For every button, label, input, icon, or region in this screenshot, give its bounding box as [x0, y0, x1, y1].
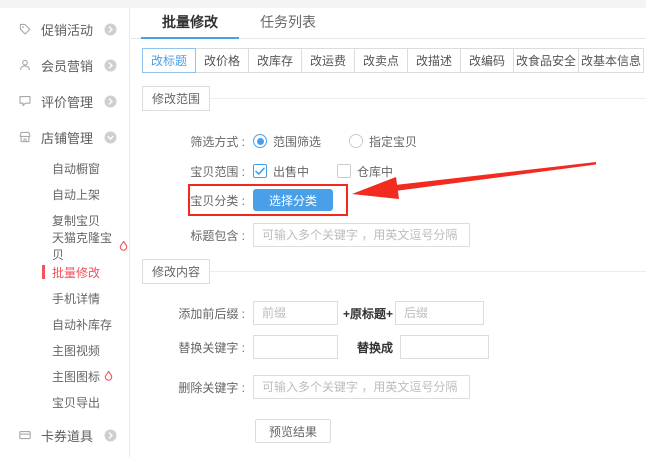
- sidebar-subitem-main-video[interactable]: 主图视频: [0, 337, 129, 363]
- sidebar-subitem-auto-restock[interactable]: 自动补库存: [0, 311, 129, 337]
- checkbox-in-warehouse[interactable]: [337, 164, 352, 178]
- subtab-edit-title[interactable]: 改标题: [142, 48, 196, 73]
- chevron-right-icon[interactable]: [104, 59, 117, 72]
- sidebar-item-coupon-props[interactable]: 卡券道具: [0, 417, 129, 453]
- card-icon: [18, 428, 32, 442]
- sidebar-subitem-label: 主图视频: [52, 343, 101, 358]
- sidebar-subitem-main-image-icon[interactable]: 主图图标: [0, 363, 129, 389]
- chevron-right-icon[interactable]: [104, 429, 117, 442]
- sidebar-sublist-shop: 自动橱窗 自动上架 复制宝贝 天猫克隆宝贝 批量修改 手机详情 自动补库存 主图…: [0, 155, 129, 415]
- sidebar-subitem-label: 批量修改: [52, 265, 101, 280]
- sidebar-subitem-auto-showcase[interactable]: 自动橱窗: [0, 155, 129, 181]
- delete-keyword-label: 删除关键字 :: [178, 380, 245, 395]
- subtab-edit-description[interactable]: 改描述: [407, 48, 461, 73]
- item-range-row: 宝贝范围 : 出售中 仓库中: [131, 161, 646, 181]
- select-category-button[interactable]: 选择分类: [253, 189, 333, 211]
- sidebar-item-label: 店铺管理: [41, 130, 94, 146]
- checkbox-in-warehouse-label[interactable]: 仓库中: [357, 163, 393, 180]
- sidebar: 促销活动 会员营销 评价管理 店铺管理 自动橱窗 自动上架 复制宝贝 天猫克隆宝…: [0, 0, 130, 457]
- chevron-right-icon[interactable]: [104, 95, 117, 108]
- subtab-edit-stock[interactable]: 改库存: [248, 48, 302, 73]
- delete-keyword-row: 删除关键字 :: [131, 375, 646, 399]
- sidebar-item-label: 卡券道具: [41, 428, 94, 444]
- sidebar-item-shop-management[interactable]: 店铺管理: [0, 119, 129, 155]
- filter-mode-row: 筛选方式 : 范围筛选 指定宝贝: [131, 131, 646, 151]
- comment-icon: [18, 94, 32, 108]
- tab-bar: 批量修改 任务列表: [131, 8, 646, 39]
- main-content: 批量修改 任务列表 改标题 改价格 改库存 改运费 改卖点 改描述 改编码 改食…: [131, 8, 646, 457]
- chevron-down-icon[interactable]: [104, 131, 117, 144]
- tab-task-list[interactable]: 任务列表: [239, 8, 337, 38]
- sidebar-item-label: 促销活动: [41, 22, 94, 38]
- tag-icon: [18, 22, 32, 36]
- replace-with-text: 替换成: [357, 340, 394, 355]
- radio-specified-items[interactable]: [349, 134, 364, 148]
- hot-flame-icon: [118, 240, 129, 252]
- content-section-legend: 修改内容: [142, 259, 211, 284]
- sidebar-item-label: 会员营销: [41, 58, 94, 74]
- subtab-edit-food-safety[interactable]: 改食品安全: [513, 48, 579, 73]
- chevron-right-icon[interactable]: [104, 23, 117, 36]
- subtab-bar: 改标题 改价格 改库存 改运费 改卖点 改描述 改编码 改食品安全 改基本信息: [142, 48, 646, 73]
- item-category-label: 宝贝分类 :: [190, 193, 245, 208]
- title-contains-label: 标题包含 :: [190, 228, 245, 243]
- sidebar-item-promotions[interactable]: 促销活动: [0, 11, 129, 47]
- radio-specified-items-label[interactable]: 指定宝贝: [369, 133, 417, 150]
- sidebar-subitem-label: 手机详情: [52, 291, 101, 306]
- sidebar-subitem-label: 复制宝贝: [52, 213, 101, 228]
- add-affix-row: 添加前后缀 : +原标题+: [131, 301, 646, 325]
- item-category-row: 宝贝分类 : 选择分类: [131, 184, 646, 216]
- section-divider: [210, 271, 646, 272]
- delete-keyword-input[interactable]: [253, 375, 470, 399]
- top-strip: [0, 0, 646, 8]
- sidebar-subitem-label: 天猫克隆宝贝: [52, 231, 113, 262]
- replace-find-input[interactable]: [253, 335, 338, 359]
- replace-keyword-row: 替换关键字 : 替换成: [131, 335, 646, 359]
- checkbox-on-sale[interactable]: [253, 164, 267, 178]
- subtab-edit-price[interactable]: 改价格: [195, 48, 249, 73]
- sidebar-subitem-label: 自动补库存: [52, 317, 113, 332]
- active-indicator-bar: [42, 265, 45, 279]
- sidebar-subitem-label: 自动上架: [52, 187, 101, 202]
- replace-with-input[interactable]: [400, 335, 490, 359]
- sidebar-subitem-label: 自动橱窗: [52, 161, 101, 176]
- replace-keyword-label: 替换关键字 :: [178, 340, 245, 355]
- sidebar-item-review-management[interactable]: 评价管理: [0, 83, 129, 119]
- sidebar-subitem-label: 主图图标: [52, 369, 101, 384]
- subtab-edit-selling-point[interactable]: 改卖点: [354, 48, 408, 73]
- preview-row: 预览结果: [131, 419, 646, 443]
- scope-section-legend: 修改范围: [142, 86, 211, 111]
- checkbox-on-sale-label[interactable]: 出售中: [273, 163, 309, 180]
- subtab-edit-shipping[interactable]: 改运费: [301, 48, 355, 73]
- radio-range-filter-label[interactable]: 范围筛选: [273, 133, 321, 150]
- radio-range-filter[interactable]: [253, 134, 267, 148]
- subtab-edit-basic-info[interactable]: 改基本信息: [578, 48, 644, 73]
- tab-batch-edit[interactable]: 批量修改: [141, 8, 239, 39]
- sidebar-subitem-auto-listing[interactable]: 自动上架: [0, 181, 129, 207]
- title-contains-row: 标题包含 :: [131, 223, 646, 247]
- hot-flame-icon: [103, 370, 114, 382]
- sidebar-subitem-tmall-clone[interactable]: 天猫克隆宝贝: [0, 231, 129, 262]
- sidebar-subitem-mobile-detail[interactable]: 手机详情: [0, 285, 129, 311]
- sidebar-item-member-marketing[interactable]: 会员营销: [0, 47, 129, 83]
- user-icon: [18, 58, 32, 72]
- scope-section-header: 修改范围: [142, 86, 646, 111]
- original-title-text: +原标题+: [343, 306, 394, 321]
- sidebar-subitem-batch-edit[interactable]: 批量修改: [0, 259, 129, 285]
- add-affix-label: 添加前后缀 :: [178, 306, 245, 321]
- shop-icon: [18, 130, 32, 144]
- sidebar-subitem-label: 宝贝导出: [52, 395, 101, 410]
- content-section-header: 修改内容: [142, 259, 646, 284]
- sidebar-subitem-item-export[interactable]: 宝贝导出: [0, 389, 129, 415]
- item-range-label: 宝贝范围 :: [190, 164, 245, 179]
- title-contains-input[interactable]: [253, 223, 470, 247]
- section-divider: [210, 98, 646, 99]
- sidebar-item-label: 评价管理: [41, 94, 94, 110]
- subtab-edit-code[interactable]: 改编码: [460, 48, 514, 73]
- filter-mode-label: 筛选方式 :: [190, 134, 245, 149]
- app-window: 促销活动 会员营销 评价管理 店铺管理 自动橱窗 自动上架 复制宝贝 天猫克隆宝…: [0, 0, 646, 457]
- prefix-input[interactable]: [253, 301, 338, 325]
- preview-result-button[interactable]: 预览结果: [255, 419, 331, 443]
- suffix-input[interactable]: [395, 301, 485, 325]
